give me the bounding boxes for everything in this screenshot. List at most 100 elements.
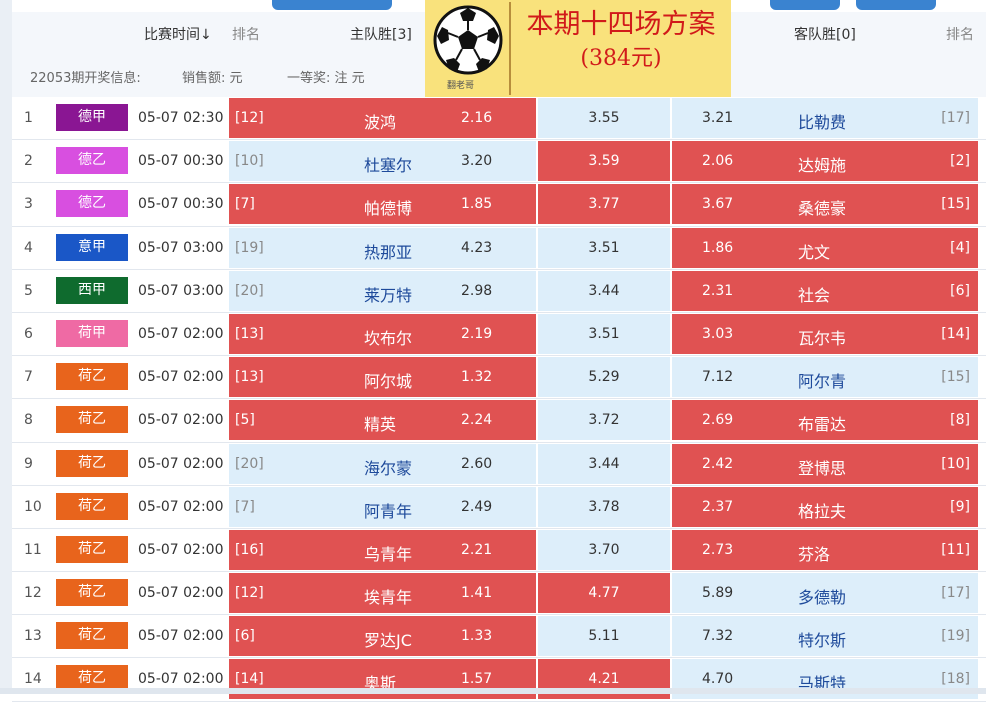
league-badge[interactable]: 荷甲 xyxy=(56,319,128,347)
league-badge[interactable]: 意甲 xyxy=(56,233,128,261)
draw-cell[interactable]: 3.70 xyxy=(538,529,670,570)
home-win-cell[interactable]: [7] 帕德博 1.85 xyxy=(229,184,536,225)
away-win-cell[interactable]: 5.89 多德勒 [17] xyxy=(672,573,978,614)
match-number: 8 xyxy=(24,412,33,429)
home-win-cell[interactable]: [16] 乌青年 2.21 xyxy=(229,529,536,570)
home-win-cell[interactable]: [13] 阿尔城 1.32 xyxy=(229,357,536,398)
away-odds: 2.06 xyxy=(702,153,734,170)
nav-tab[interactable] xyxy=(770,0,840,10)
home-win-cell[interactable]: [12] 波鸿 2.16 xyxy=(229,98,536,138)
away-team[interactable]: 达姆施 xyxy=(798,152,846,176)
home-win-cell[interactable]: [5] 精英 2.24 xyxy=(229,400,536,441)
home-team[interactable]: 坎布尔 xyxy=(364,325,412,349)
home-win-cell[interactable]: [13] 坎布尔 2.19 xyxy=(229,313,536,354)
draw-cell[interactable]: 3.59 xyxy=(538,141,670,182)
away-win-cell[interactable]: 2.42 登博思 [10] xyxy=(672,443,978,484)
away-win-cell[interactable]: 3.21 比勒费 [17] xyxy=(672,98,978,138)
draw-cell[interactable]: 3.55 xyxy=(538,98,670,138)
away-team[interactable]: 多德勒 xyxy=(798,584,846,608)
home-team[interactable]: 帕德博 xyxy=(364,195,412,219)
away-win-cell[interactable]: 7.32 特尔斯 [19] xyxy=(672,616,978,657)
table-row[interactable]: 11 荷乙 05-07 02:00 [16] 乌青年 2.21 3.70 2.73 芬洛 [11] xyxy=(12,528,986,573)
table-row[interactable]: 8 荷乙 05-07 02:00 [5] 精英 2.24 3.72 2.69 布雷达 [8] xyxy=(12,399,986,443)
home-win-cell[interactable]: [10] 杜塞尔 3.20 xyxy=(229,141,536,182)
away-team[interactable]: 社会 xyxy=(798,282,830,306)
draw-cell[interactable]: 4.77 xyxy=(538,573,670,614)
league-badge[interactable]: 荷乙 xyxy=(56,449,128,477)
table-row[interactable]: 13 荷乙 05-07 02:00 [6] 罗达JC 1.33 5.11 7.32 特尔斯 [19… xyxy=(12,615,986,659)
table-row[interactable]: 14 荷乙 05-07 02:00 [14] 奥斯 1.57 4.21 4.70 马斯特 [18] xyxy=(12,658,986,702)
table-row[interactable]: 9 荷乙 05-07 02:00 [20] 海尔蒙 2.60 3.44 2.42 登博思 [10] xyxy=(12,442,986,486)
table-row[interactable]: 6 荷甲 05-07 02:00 [13] 坎布尔 2.19 3.51 3.03 瓦尔韦 [14] xyxy=(12,312,986,357)
draw-cell[interactable]: 3.44 xyxy=(538,443,670,484)
league-badge[interactable]: 荷乙 xyxy=(56,406,128,434)
draw-cell[interactable]: 3.51 xyxy=(538,227,670,268)
table-row[interactable]: 4 意甲 05-07 03:00 [19] 热那亚 4.23 3.51 1.86 尤文 [4] xyxy=(12,226,986,270)
home-team[interactable]: 波鸿 xyxy=(364,109,396,133)
away-win-cell[interactable]: 2.69 布雷达 [8] xyxy=(672,400,978,441)
away-win-cell[interactable]: 2.37 格拉夫 [9] xyxy=(672,486,978,527)
home-team[interactable]: 阿尔城 xyxy=(364,368,412,392)
away-win-cell[interactable]: 3.67 桑德豪 [15] xyxy=(672,184,978,225)
draw-cell[interactable]: 5.29 xyxy=(538,357,670,398)
league-badge[interactable]: 荷乙 xyxy=(56,363,128,391)
table-row[interactable]: 7 荷乙 05-07 02:00 [13] 阿尔城 1.32 5.29 7.12 阿尔青 [15] xyxy=(12,356,986,400)
draw-cell[interactable]: 3.72 xyxy=(538,400,670,441)
away-win-cell[interactable]: 2.31 社会 [6] xyxy=(672,270,978,311)
home-team[interactable]: 海尔蒙 xyxy=(364,455,412,479)
table-row[interactable]: 5 西甲 05-07 03:00 [20] 莱万特 2.98 3.44 2.31 社会 [6] xyxy=(12,269,986,313)
home-win-cell[interactable]: [19] 热那亚 4.23 xyxy=(229,227,536,268)
away-win-cell[interactable]: 2.06 达姆施 [2] xyxy=(672,141,978,182)
home-team[interactable]: 埃青年 xyxy=(364,584,412,608)
sort-time-header[interactable]: 比赛时间↓ xyxy=(144,24,212,44)
away-win-cell[interactable]: 1.86 尤文 [4] xyxy=(672,227,978,268)
table-row[interactable]: 1 德甲 05-07 02:30 [12] 波鸿 2.16 3.55 3.21 比勒费 [17] xyxy=(12,97,986,141)
table-row[interactable]: 2 德乙 05-07 00:30 [10] 杜塞尔 3.20 3.59 2.06 达姆施 [2] xyxy=(12,140,986,184)
draw-cell[interactable]: 3.51 xyxy=(538,313,670,354)
away-win-cell[interactable]: 2.73 芬洛 [11] xyxy=(672,529,978,570)
league-badge[interactable]: 荷乙 xyxy=(56,579,128,607)
away-team[interactable]: 桑德豪 xyxy=(798,195,846,219)
league-badge[interactable]: 荷乙 xyxy=(56,492,128,520)
home-team[interactable]: 乌青年 xyxy=(364,541,412,565)
home-win-cell[interactable]: [12] 埃青年 1.41 xyxy=(229,573,536,614)
away-win-cell[interactable]: 7.12 阿尔青 [15] xyxy=(672,357,978,398)
draw-cell[interactable]: 3.77 xyxy=(538,184,670,225)
home-win-cell[interactable]: [20] 莱万特 2.98 xyxy=(229,270,536,311)
away-team[interactable]: 布雷达 xyxy=(798,411,846,435)
league-badge[interactable]: 荷乙 xyxy=(56,622,128,650)
home-win-cell[interactable]: [7] 阿青年 2.49 xyxy=(229,486,536,527)
league-badge[interactable]: 德乙 xyxy=(56,147,128,175)
draw-cell[interactable]: 3.44 xyxy=(538,270,670,311)
home-team[interactable]: 莱万特 xyxy=(364,282,412,306)
table-row[interactable]: 12 荷乙 05-07 02:00 [12] 埃青年 1.41 4.77 5.89 多德勒 [17… xyxy=(12,572,986,616)
home-win-cell[interactable]: [6] 罗达JC 1.33 xyxy=(229,616,536,657)
away-team[interactable]: 登博思 xyxy=(798,455,846,479)
home-team[interactable]: 精英 xyxy=(364,411,396,435)
nav-tab[interactable] xyxy=(272,0,392,10)
away-rank: [11] xyxy=(941,541,970,558)
table-row[interactable]: 10 荷乙 05-07 02:00 [7] 阿青年 2.49 3.78 2.37 格拉夫 [9] xyxy=(12,485,986,529)
league-badge[interactable]: 西甲 xyxy=(56,276,128,304)
draw-cell[interactable]: 3.78 xyxy=(538,486,670,527)
away-team[interactable]: 特尔斯 xyxy=(798,627,846,651)
home-win-cell[interactable]: [20] 海尔蒙 2.60 xyxy=(229,443,536,484)
draw-cell[interactable]: 5.11 xyxy=(538,616,670,657)
first-prize-info: 一等奖: 注 元 xyxy=(287,71,365,86)
away-team[interactable]: 比勒费 xyxy=(798,109,846,133)
table-row[interactable]: 3 德乙 05-07 00:30 [7] 帕德博 1.85 3.77 3.67 桑德豪 [15] xyxy=(12,183,986,227)
home-team[interactable]: 杜塞尔 xyxy=(364,152,412,176)
home-team[interactable]: 热那亚 xyxy=(364,239,412,263)
home-team[interactable]: 罗达JC xyxy=(364,627,412,651)
away-team[interactable]: 芬洛 xyxy=(798,541,830,565)
away-team[interactable]: 格拉夫 xyxy=(798,498,846,522)
away-team[interactable]: 瓦尔韦 xyxy=(798,325,846,349)
home-team[interactable]: 阿青年 xyxy=(364,498,412,522)
league-badge[interactable]: 德甲 xyxy=(56,104,128,131)
league-badge[interactable]: 荷乙 xyxy=(56,535,128,563)
away-team[interactable]: 尤文 xyxy=(798,239,830,263)
league-badge[interactable]: 德乙 xyxy=(56,190,128,218)
away-team[interactable]: 阿尔青 xyxy=(798,368,846,392)
nav-tab[interactable] xyxy=(856,0,936,10)
away-win-cell[interactable]: 3.03 瓦尔韦 [14] xyxy=(672,313,978,354)
